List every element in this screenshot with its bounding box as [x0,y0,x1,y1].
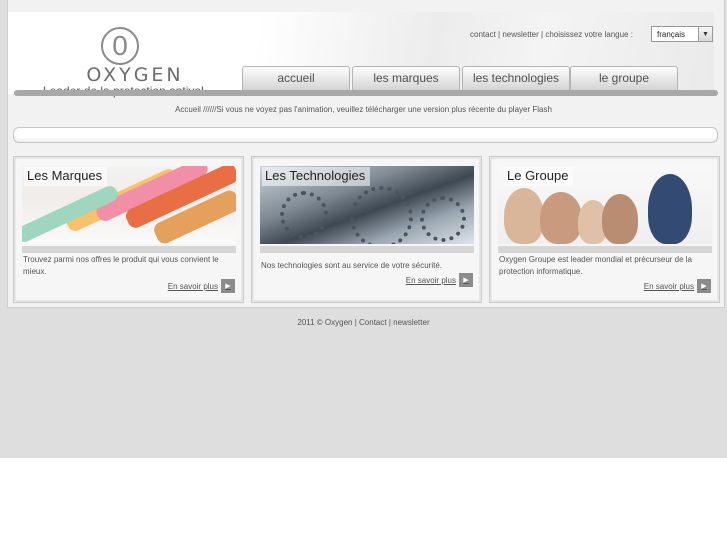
technologies-image: Les Technologies [260,166,474,244]
box-title: Les Technologies [262,167,371,186]
logo-wordmark[interactable]: OXYGEN [80,64,190,86]
language-select[interactable]: français ▼ [651,26,713,42]
footer-copyright: 2011 © Oxygen [297,318,353,327]
marques-image: Les Marques [22,166,236,244]
box-les-technologies: Les Technologies Nos technologies sont a… [251,156,482,303]
box-divider [498,246,712,253]
marques-more-link[interactable]: En savoir plus ▶ [168,279,235,293]
flash-notice: Accueil //////Si vous ne voyez pas l'ani… [175,105,552,114]
contact-link[interactable]: contact [470,30,496,39]
box-title: Le Groupe [504,167,574,186]
language-select-value: français [657,30,686,39]
box-divider [260,246,474,253]
logo-zero: 0 [112,30,128,61]
tab-accueil[interactable]: accueil [242,66,350,90]
play-arrow-icon[interactable]: ▶ [221,279,235,293]
top-links: contact | newsletter | choisissez votre … [470,30,633,39]
box-description: Oxygen Groupe est leader mondial et préc… [499,255,692,276]
newsletter-link[interactable]: newsletter [502,30,538,39]
logo-symbol[interactable]: 0 [101,27,139,65]
flash-banner-placeholder [13,127,718,143]
box-description: Trouvez parmi nos offres le produit qui … [23,255,219,276]
box-le-groupe: Le Groupe Oxygen Groupe est leader mondi… [489,156,720,303]
box-divider [22,246,236,253]
box-les-marques: Les Marques Trouvez parmi nos offres le … [13,156,244,303]
play-arrow-icon[interactable]: ▶ [459,273,473,287]
play-arrow-icon[interactable]: ▶ [697,279,711,293]
box-description: Nos technologies sont au service de votr… [261,261,442,270]
technologies-more-link[interactable]: En savoir plus ▶ [406,273,473,287]
tab-les-marques[interactable]: les marques [352,66,460,90]
box-title: Les Marques [24,167,108,186]
more-label: En savoir plus [643,281,694,291]
more-label: En savoir plus [405,275,456,285]
groupe-image: Le Groupe [498,166,712,244]
tab-le-groupe[interactable]: le groupe [570,66,678,90]
groupe-more-link[interactable]: En savoir plus ▶ [644,279,711,293]
footer-contact-link[interactable]: Contact [359,318,387,327]
chevron-down-icon[interactable]: ▼ [698,27,712,41]
footer-newsletter-link[interactable]: newsletter [393,318,429,327]
language-prompt: choisissez votre langue : [545,30,633,39]
more-label: En savoir plus [167,281,218,291]
header-divider [14,90,718,96]
tab-les-technologies[interactable]: les technologies [462,66,570,90]
footer: 2011 © Oxygen | Contact | newsletter [0,318,727,327]
